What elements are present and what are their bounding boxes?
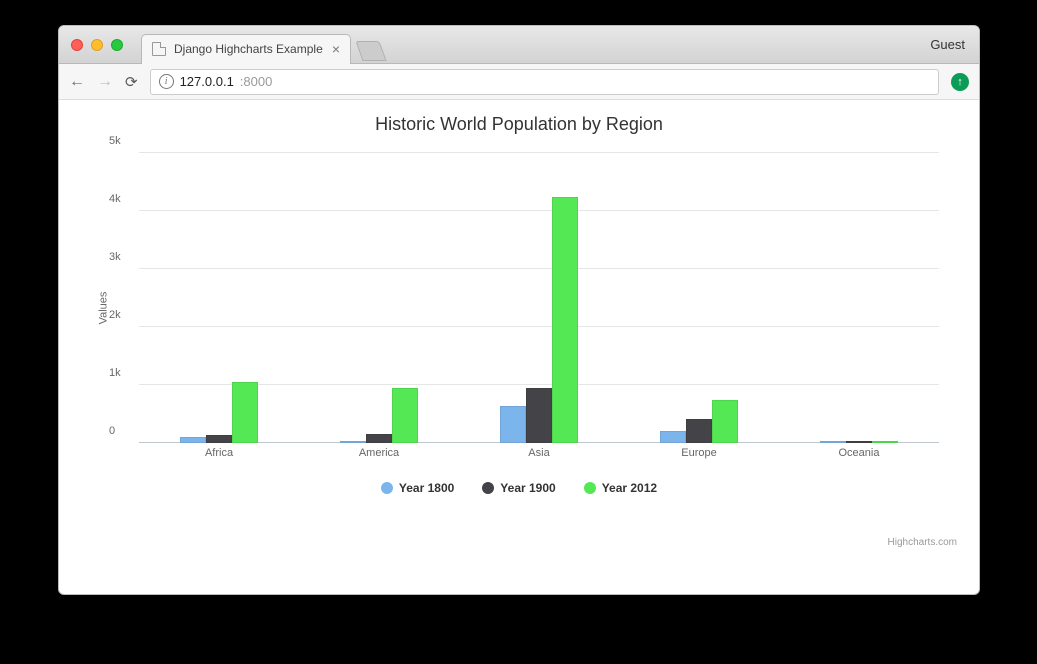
y-tick-label: 3k [109,251,121,263]
site-info-icon[interactable]: i [159,74,174,89]
page-icon [152,42,166,56]
y-tick-label: 2k [109,309,121,321]
y-axis-label: Values [97,292,109,325]
legend-swatch-icon [482,482,494,494]
legend-swatch-icon [584,482,596,494]
legend-item[interactable]: Year 1800 [381,481,454,495]
bar-group [139,153,299,443]
url-port: :8000 [240,74,273,89]
bar[interactable] [526,388,552,443]
address-bar[interactable]: i 127.0.0.1 :8000 [150,69,939,95]
y-tick-label: 5k [109,135,121,147]
browser-window: Django Highcharts Example × Guest ← → ⟳ … [58,25,980,595]
chart-plot [139,153,939,443]
x-tick-label: America [299,443,459,463]
bar[interactable] [686,419,712,443]
bar-group [779,153,939,443]
y-tick-label: 4k [109,193,121,205]
page-content: Historic World Population by Region Valu… [59,100,979,594]
back-icon[interactable]: ← [69,73,85,91]
toolbar: ← → ⟳ i 127.0.0.1 :8000 ↑ [59,64,979,100]
bar[interactable] [366,434,392,443]
new-tab-button[interactable] [355,41,386,61]
x-tick-label: Africa [139,443,299,463]
chart-legend: Year 1800 Year 1900 Year 2012 [79,481,959,495]
bar[interactable] [660,431,686,443]
close-tab-icon[interactable]: × [332,41,340,57]
maximize-window-icon[interactable] [111,39,123,51]
chart-credit[interactable]: Highcharts.com [888,537,957,548]
legend-item[interactable]: Year 2012 [584,481,657,495]
bar[interactable] [392,388,418,443]
legend-swatch-icon [381,482,393,494]
minimize-window-icon[interactable] [91,39,103,51]
forward-icon: → [97,73,113,91]
close-window-icon[interactable] [71,39,83,51]
bar[interactable] [232,382,258,443]
legend-label: Year 1900 [500,481,555,495]
bar[interactable] [712,400,738,443]
profile-label[interactable]: Guest [930,37,965,52]
extension-icon[interactable]: ↑ [951,73,969,91]
x-tick-label: Oceania [779,443,939,463]
x-tick-label: Asia [459,443,619,463]
tab-title: Django Highcharts Example [174,42,323,56]
reload-icon[interactable]: ⟳ [125,73,138,91]
bar[interactable] [552,197,578,444]
browser-tab[interactable]: Django Highcharts Example × [141,34,351,64]
url-host: 127.0.0.1 [180,74,234,89]
chart-title: Historic World Population by Region [79,114,959,135]
y-tick-label: 0 [109,425,115,437]
titlebar: Django Highcharts Example × Guest [59,26,979,64]
y-tick-label: 1k [109,367,121,379]
bar-group [299,153,459,443]
bar-group [459,153,619,443]
legend-label: Year 1800 [399,481,454,495]
x-axis-labels: AfricaAmericaAsiaEuropeOceania [139,443,939,463]
window-controls [59,39,123,51]
x-tick-label: Europe [619,443,779,463]
chart-area: Values 01k2k3k4k5k AfricaAmericaAsiaEuro… [139,153,939,463]
legend-label: Year 2012 [602,481,657,495]
legend-item[interactable]: Year 1900 [482,481,555,495]
bar[interactable] [206,435,232,443]
bar[interactable] [500,406,526,443]
bar-group [619,153,779,443]
